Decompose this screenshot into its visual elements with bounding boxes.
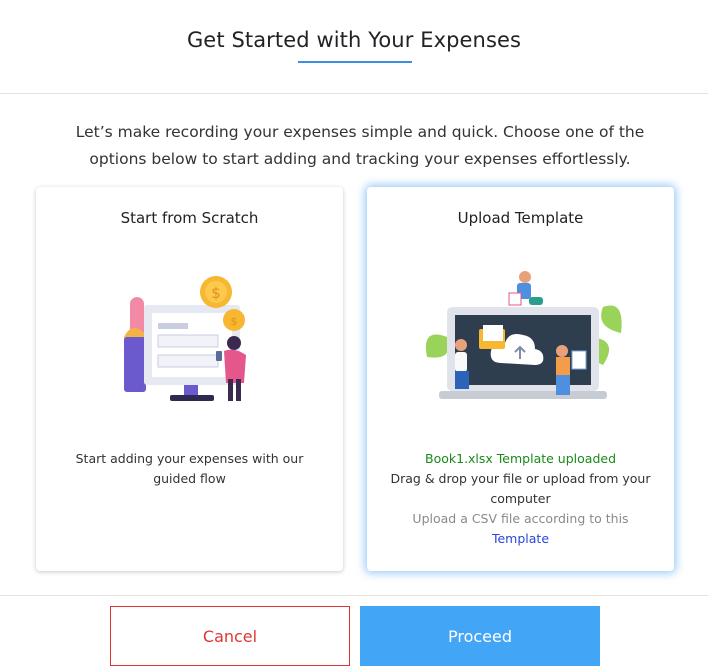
intro-line-1: Let’s make recording your expenses simpl… (75, 123, 645, 141)
intro-line-2: options below to start adding and tracki… (89, 150, 631, 168)
scratch-card-title: Start from Scratch (120, 209, 259, 227)
upload-status: Book1.xlsx Template uploaded (425, 451, 616, 466)
upload-info: Book1.xlsx Template uploaded Drag & drop… (377, 449, 664, 549)
cancel-button[interactable]: Cancel (110, 606, 350, 666)
scratch-description: Start adding your expenses with our guid… (75, 451, 304, 486)
template-link[interactable]: Template (377, 529, 664, 549)
option-card-scratch[interactable]: Start from Scratch $ $ Start adding your… (36, 187, 343, 571)
footer-divider (0, 595, 708, 596)
proceed-button[interactable]: Proceed (360, 606, 600, 666)
drag-drop-text: Drag & drop your file or upload from you… (390, 471, 651, 506)
template-hint: Upload a CSV file according to this (412, 511, 629, 526)
dialog-header: Get Started with Your Expenses (0, 0, 708, 94)
option-card-upload[interactable]: Upload Template Book1.xlsx Template uplo… (367, 187, 674, 571)
upload-card-title: Upload Template (457, 209, 584, 227)
title-underline (298, 61, 412, 63)
svg-text:$: $ (211, 284, 221, 302)
laptop-upload-icon (417, 267, 627, 412)
svg-text:$: $ (231, 315, 238, 328)
intro-text: Let’s make recording your expenses simpl… (30, 119, 690, 173)
form-with-coins-icon: $ $ (116, 267, 266, 412)
page-title: Get Started with Your Expenses (186, 28, 522, 52)
